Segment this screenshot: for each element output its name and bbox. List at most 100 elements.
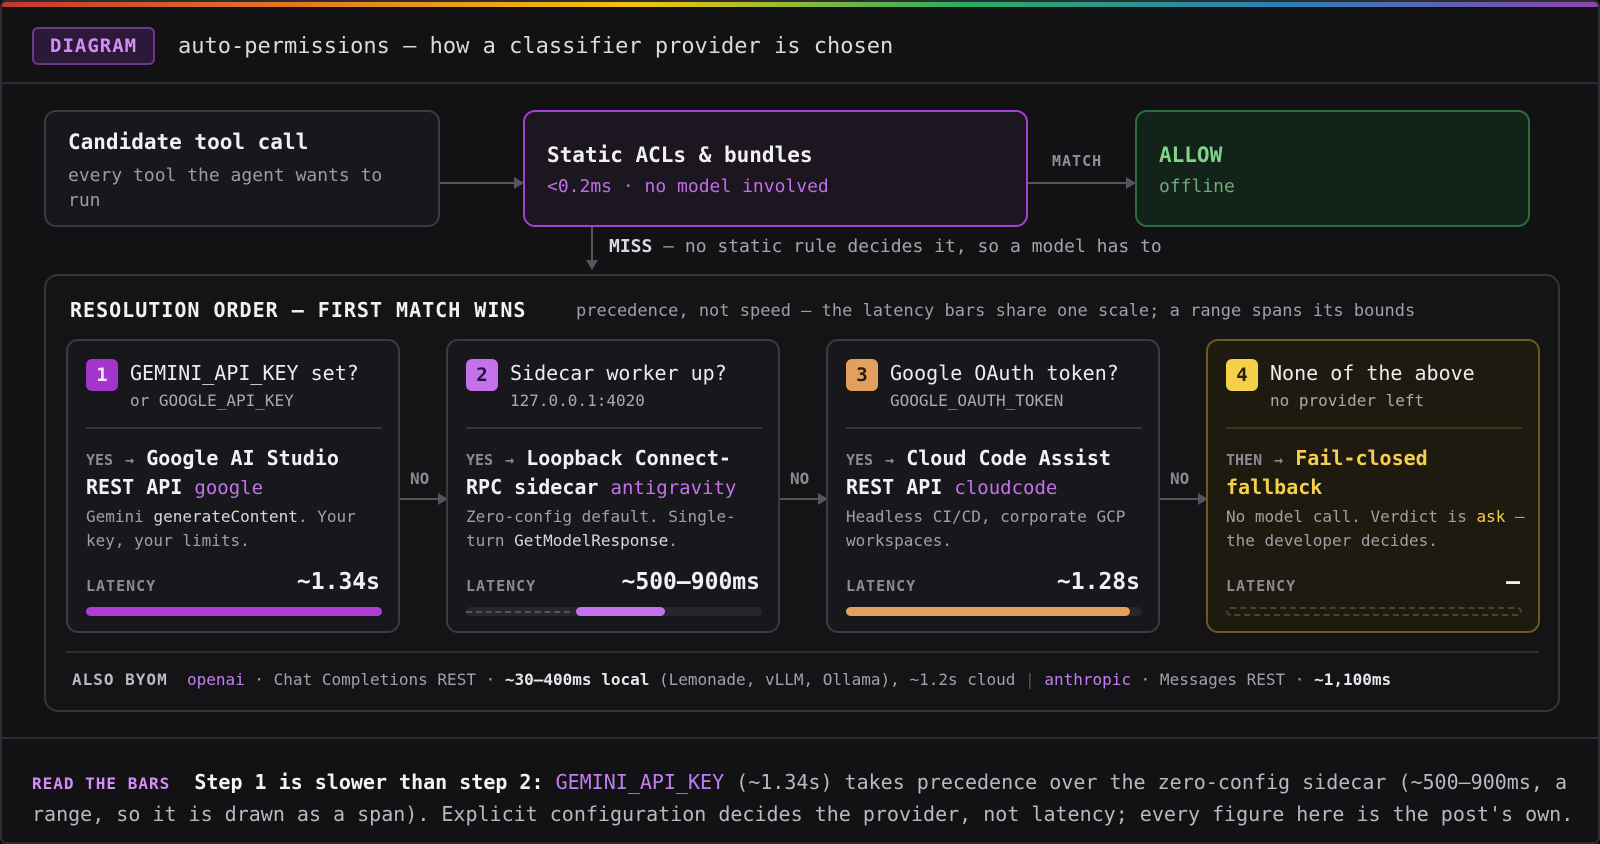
step-description: Headless CI/CD, corporate GCP workspaces… bbox=[846, 505, 1146, 553]
static-sub: <0.2ms · no model involved bbox=[547, 176, 829, 197]
miss-arrow-line bbox=[591, 227, 593, 260]
read-the-bars-panel: READ THE BARS Step 1 is slower than step… bbox=[2, 737, 1598, 842]
byom-latency: ~1,100ms bbox=[1314, 670, 1392, 689]
step-number-badge: 3 bbox=[846, 359, 878, 391]
step-description: Gemini generateContent. Your key, your l… bbox=[86, 505, 386, 553]
step-number-badge: 2 bbox=[466, 359, 498, 391]
arrow-step3-step4 bbox=[1160, 498, 1198, 500]
step-result: YES → Loopback Connect-RPC sidecar antig… bbox=[466, 445, 766, 502]
allow-sub: offline bbox=[1159, 176, 1235, 197]
step-3-card: 3 Google OAuth token? GOOGLE_OAUTH_TOKEN… bbox=[826, 339, 1160, 633]
resolution-title: RESOLUTION ORDER — FIRST MATCH WINS bbox=[70, 298, 527, 322]
byom-desc: · Chat Completions REST · bbox=[244, 670, 505, 689]
latency-bar bbox=[846, 607, 1130, 616]
step-result: THEN → Fail-closed fallback bbox=[1226, 445, 1526, 501]
step-question: Google OAuth token? bbox=[890, 361, 1119, 385]
latency-value: ~1.28s bbox=[1056, 569, 1140, 595]
step-question: Sidecar worker up? bbox=[510, 361, 727, 385]
yes-label: YES bbox=[86, 451, 114, 469]
page-title: auto-permissions — how a classifier prov… bbox=[178, 34, 894, 59]
provider-tag: antigravity bbox=[610, 477, 737, 499]
latency-range-bar bbox=[576, 607, 665, 616]
miss-label: MISS bbox=[609, 236, 653, 257]
desc-code: ask bbox=[1476, 507, 1506, 526]
step-env-var: 127.0.0.1:4020 bbox=[510, 391, 645, 410]
arrow-step1-step2 bbox=[400, 498, 438, 500]
byom-label: ALSO BYOM bbox=[72, 670, 168, 689]
read-the-bars-label: READ THE BARS bbox=[32, 774, 171, 793]
candidate-box: Candidate tool call every tool the agent… bbox=[44, 110, 440, 227]
step-2-card: 2 Sidecar worker up? 127.0.0.1:4020 YES … bbox=[446, 339, 780, 633]
yes-label: YES bbox=[466, 451, 494, 469]
divider bbox=[86, 427, 382, 429]
step-result: YES → Cloud Code Assist REST API cloudco… bbox=[846, 445, 1146, 502]
desc-part: . bbox=[668, 531, 678, 550]
arrow-candidate-static bbox=[440, 182, 514, 184]
miss-text: — no static rule decides it, so a model … bbox=[652, 236, 1162, 257]
candidate-title: Candidate tool call bbox=[68, 130, 309, 154]
divider bbox=[66, 651, 1539, 653]
latency-bar bbox=[86, 607, 382, 616]
latency-value: ~500–900ms bbox=[621, 569, 760, 595]
diagram-badge: DIAGRAM bbox=[32, 27, 156, 65]
provider-tag: google bbox=[194, 477, 264, 499]
static-title: Static ACLs & bundles bbox=[547, 143, 813, 167]
step-number-badge: 4 bbox=[1226, 359, 1258, 391]
byom-desc: · Messages REST · bbox=[1131, 670, 1315, 689]
latency-track bbox=[466, 607, 762, 616]
byom-line: ALSO BYOM openai · Chat Completions REST… bbox=[72, 670, 1391, 689]
latency-label: LATENCY bbox=[846, 577, 917, 595]
divider bbox=[1226, 427, 1522, 429]
arrow-right-icon: → bbox=[125, 451, 135, 469]
then-label: THEN bbox=[1226, 451, 1263, 469]
latency-value: — bbox=[1506, 569, 1520, 595]
byom-desc: (Lemonade, vLLM, Ollama), ~1.2s cloud bbox=[649, 670, 1026, 689]
header: DIAGRAM auto-permissions — how a classif… bbox=[2, 7, 1598, 84]
allow-box: ALLOW offline bbox=[1135, 110, 1530, 227]
arrow-down-icon bbox=[586, 260, 598, 270]
step-1-card: 1 GEMINI_API_KEY set? or GOOGLE_API_KEY … bbox=[66, 339, 400, 633]
step-question: GEMINI_API_KEY set? bbox=[130, 361, 359, 385]
no-label: NO bbox=[790, 469, 810, 488]
provider-openai: openai bbox=[186, 670, 245, 689]
read-the-bars-key: GEMINI_API_KEY bbox=[555, 770, 725, 794]
read-the-bars-lead: Step 1 is slower than step 2: bbox=[194, 770, 556, 794]
step-question: None of the above bbox=[1270, 361, 1475, 385]
diagram-frame: DIAGRAM auto-permissions — how a classif… bbox=[0, 0, 1600, 844]
step-env-var: GOOGLE_OAUTH_TOKEN bbox=[890, 391, 1064, 410]
latency-track-empty bbox=[1226, 607, 1522, 616]
miss-caption: MISS — no static rule decides it, so a m… bbox=[609, 236, 1162, 257]
desc-part: Headless CI/CD, corporate GCP workspaces… bbox=[846, 507, 1126, 550]
desc-part: No model call. Verdict is bbox=[1226, 507, 1477, 526]
match-label: MATCH bbox=[1052, 152, 1103, 170]
latency-track bbox=[86, 607, 382, 616]
step-number-badge: 1 bbox=[86, 359, 118, 391]
step-env-var: no provider left bbox=[1270, 391, 1425, 410]
desc-code: generateContent bbox=[153, 507, 298, 526]
latency-label: LATENCY bbox=[1226, 577, 1297, 595]
arrow-right-icon: → bbox=[1274, 451, 1284, 469]
byom-latency: ~30–400ms local bbox=[504, 670, 650, 689]
provider-tag: cloudcode bbox=[954, 477, 1058, 499]
byom-separator: | bbox=[1025, 670, 1035, 689]
latency-label: LATENCY bbox=[466, 577, 537, 595]
read-the-bars-text: READ THE BARS Step 1 is slower than step… bbox=[32, 767, 1582, 829]
arrow-step2-step3 bbox=[780, 498, 818, 500]
divider bbox=[466, 427, 762, 429]
step-4-card: 4 None of the above no provider left THE… bbox=[1206, 339, 1540, 633]
arrow-static-allow bbox=[1028, 182, 1126, 184]
yes-label: YES bbox=[846, 451, 874, 469]
step-description: Zero-config default. Single-turn GetMode… bbox=[466, 505, 766, 553]
latency-range-lead bbox=[466, 611, 570, 613]
allow-title: ALLOW bbox=[1159, 143, 1223, 167]
latency-value: ~1.34s bbox=[296, 569, 380, 595]
static-acl-box: Static ACLs & bundles <0.2ms · no model … bbox=[523, 110, 1028, 227]
desc-code: GetModelResponse bbox=[514, 531, 669, 550]
latency-track bbox=[846, 607, 1142, 616]
step-env-var: or GOOGLE_API_KEY bbox=[130, 391, 294, 410]
arrow-right-icon: → bbox=[505, 451, 515, 469]
desc-part: Gemini bbox=[86, 507, 154, 526]
no-label: NO bbox=[410, 469, 430, 488]
no-label: NO bbox=[1170, 469, 1190, 488]
candidate-sub: every tool the agent wants to run bbox=[68, 165, 383, 211]
